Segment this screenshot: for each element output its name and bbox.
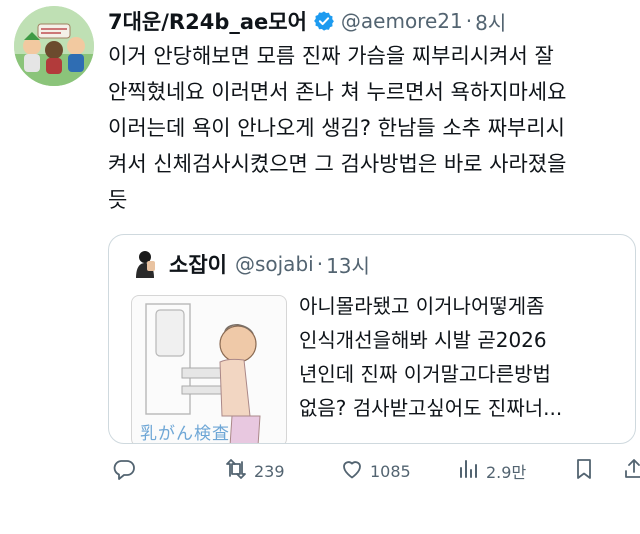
author-name[interactable]: 7대운/R24b_ae모어 [108,6,307,36]
retweet-button[interactable]: 239 [224,456,285,486]
reply-icon [112,457,136,485]
quoted-author-avatar[interactable] [131,249,159,279]
quoted-author-name[interactable]: 소잡이 [169,249,227,279]
views-chart-icon [456,457,480,485]
quoted-tweet-text: 아니몰라됐고 이거나어떻게좀 인식개선을해봐 시발 곧2026 년인데 진짜 이… [299,294,563,420]
quoted-tweet[interactable]: 소잡이 @sojabi · 13시 乳がん検査 아니몰라됐고 이거나어떻게좀 인… [108,234,636,444]
like-count: 1085 [370,461,411,481]
like-button[interactable]: 1085 [340,456,411,486]
quoted-author-handle[interactable]: @sojabi [235,252,314,276]
author-handle[interactable]: @aemore21 [341,9,463,33]
quoted-tweet-image[interactable]: 乳がん検査 [131,295,287,444]
quoted-tweet-timestamp[interactable]: 13시 [326,250,370,279]
quoted-tweet-header: 소잡이 @sojabi · 13시 [131,249,370,279]
separator-dot: · [465,9,473,33]
tweet-action-bar: 239 1085 2.9만 [108,456,640,486]
retweet-icon [224,457,248,485]
bookmark-icon [572,457,596,485]
tweet-text: 이거 안당해보면 모름 진짜 가슴을 찌부리시켜서 잘 안찍혔네요 이러면서 존… [108,44,567,212]
views-button[interactable]: 2.9만 [456,456,526,486]
views-count: 2.9만 [486,463,527,482]
share-icon [622,457,640,485]
bookmark-button[interactable] [572,456,596,486]
share-button[interactable] [622,456,640,486]
heart-icon [340,457,364,485]
tweet-timestamp[interactable]: 8시 [475,7,506,36]
retweet-count: 239 [254,461,285,481]
avatar-image [14,6,94,86]
reply-button[interactable] [112,456,142,486]
verified-badge-icon [313,10,335,32]
separator-dot: · [316,252,324,276]
image-caption: 乳がん検査 [140,424,230,444]
tweet-header: 7대운/R24b_ae모어 @aemore21 · 8시 [108,6,506,36]
author-avatar[interactable] [14,6,94,86]
